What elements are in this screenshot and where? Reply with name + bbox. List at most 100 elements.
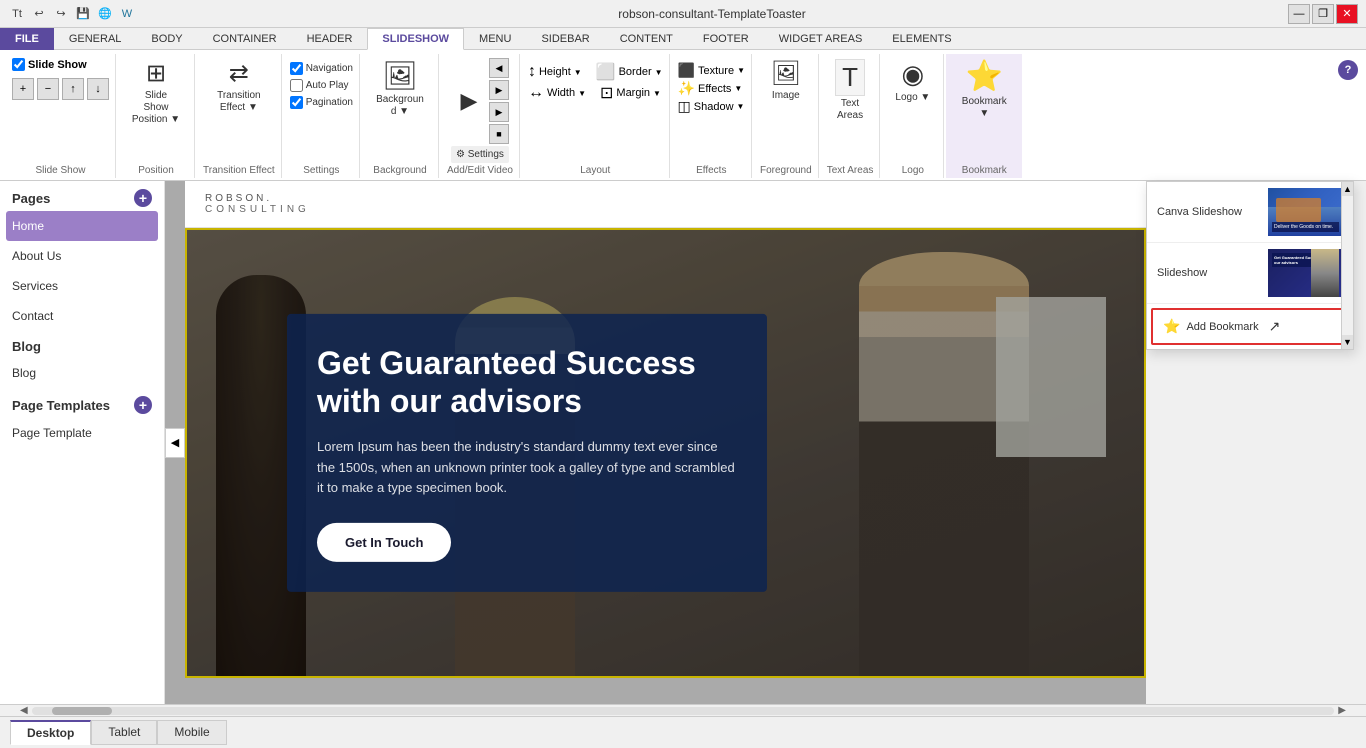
bookmark-canva-label: Canva Slideshow bbox=[1157, 206, 1242, 218]
icon-tt: Tt bbox=[8, 5, 26, 23]
tab-elements[interactable]: ELEMENTS bbox=[877, 28, 966, 50]
position-icon: ⊞ bbox=[146, 59, 166, 88]
slideshow-remove-btn[interactable]: − bbox=[37, 78, 59, 100]
image-button[interactable]: 🖼 Image bbox=[764, 54, 808, 107]
ribbon-group-effects: ⬛ Texture ▼ ✨ Effects ▼ ◫ Shadow ▼ bbox=[672, 54, 752, 178]
bookmark-slideshow-thumb: Get Guaranteed Success with our advisors bbox=[1268, 249, 1343, 297]
tab-header[interactable]: HEADER bbox=[292, 28, 368, 50]
pagination-checkbox-label[interactable]: Pagination bbox=[290, 96, 353, 109]
sidebar-item-about-us[interactable]: About Us bbox=[0, 241, 164, 271]
main-layout: Pages + Home About Us Services Contact B… bbox=[0, 181, 1366, 704]
tab-menu[interactable]: MENU bbox=[464, 28, 526, 50]
tab-mobile[interactable]: Mobile bbox=[157, 720, 226, 745]
text-areas-group-label: Text Areas bbox=[827, 165, 874, 178]
title-bar-left: Tt ↩ ↪ 💾 🌐 W bbox=[8, 5, 136, 23]
scroll-down-btn[interactable]: ▼ bbox=[1342, 335, 1353, 349]
tab-file[interactable]: FILE bbox=[0, 28, 54, 50]
redo-icon[interactable]: ↪ bbox=[52, 5, 70, 23]
hero-cta-button[interactable]: Get In Touch bbox=[317, 523, 451, 562]
video-prev-btn[interactable]: ◀ bbox=[489, 58, 509, 78]
close-button[interactable]: ✕ bbox=[1336, 4, 1358, 24]
video-play-btn[interactable]: ▶ bbox=[489, 80, 509, 100]
tab-body[interactable]: BODY bbox=[136, 28, 197, 50]
position-button[interactable]: ⊞ Slide ShowPosition ▼ bbox=[124, 54, 188, 131]
bookmark-group-label: Bookmark bbox=[962, 165, 1007, 178]
help-icon[interactable]: ? bbox=[1338, 60, 1358, 80]
slideshow-controls: Slide Show + − ↑ ↓ bbox=[12, 54, 109, 163]
ribbon-group-position: ⊞ Slide ShowPosition ▼ Position bbox=[118, 54, 195, 178]
bookmark-button[interactable]: ⭐ Bookmark ▼ bbox=[952, 54, 1016, 125]
ribbon: FILE GENERAL BODY CONTAINER HEADER SLIDE… bbox=[0, 28, 1366, 181]
ribbon-group-layout: ↕ Height ▼ ⬜ Border ▼ ↔ Width ▼ ⊡ bbox=[522, 54, 670, 178]
hero-content: Get Guaranteed Success with our advisors… bbox=[287, 314, 767, 592]
wordpress-icon[interactable]: W bbox=[118, 5, 136, 23]
tab-desktop[interactable]: Desktop bbox=[10, 720, 91, 745]
scroll-track[interactable] bbox=[32, 707, 1335, 715]
tab-widget-areas[interactable]: WIDGET AREAS bbox=[764, 28, 878, 50]
slideshow-down-btn[interactable]: ↓ bbox=[87, 78, 109, 100]
texture-label: Texture bbox=[698, 65, 734, 77]
auto-play-checkbox[interactable] bbox=[290, 79, 303, 92]
image-icon: 🖼 bbox=[771, 59, 801, 88]
transition-button[interactable]: ⇄ TransitionEffect ▼ bbox=[210, 54, 268, 119]
restore-button[interactable]: ❐ bbox=[1312, 4, 1334, 24]
right-panel-container: Canva Slideshow Deliver the Goods on tim… bbox=[1146, 181, 1366, 704]
internet-icon[interactable]: 🌐 bbox=[96, 5, 114, 23]
tab-slideshow[interactable]: SLIDESHOW bbox=[367, 28, 464, 50]
transition-label: TransitionEffect ▼ bbox=[217, 90, 261, 114]
undo-icon[interactable]: ↩ bbox=[30, 5, 48, 23]
settings-btn[interactable]: ⚙ Settings bbox=[451, 146, 509, 163]
tab-tablet[interactable]: Tablet bbox=[91, 720, 157, 745]
effects-label: Effects bbox=[698, 83, 731, 95]
sidebar: Pages + Home About Us Services Contact B… bbox=[0, 181, 165, 704]
scroll-right-btn[interactable]: ▶ bbox=[1334, 705, 1350, 716]
add-template-button[interactable]: + bbox=[134, 396, 152, 414]
logo-button[interactable]: ◉ Logo ▼ bbox=[888, 54, 937, 109]
navigation-checkbox-label[interactable]: Navigation bbox=[290, 62, 353, 75]
add-page-button[interactable]: + bbox=[134, 189, 152, 207]
video-next-btn[interactable]: ▶ bbox=[489, 102, 509, 122]
add-bookmark-button[interactable]: ⭐ Add Bookmark ↗ bbox=[1151, 308, 1349, 345]
scroll-left-btn[interactable]: ◀ bbox=[16, 705, 32, 716]
slideshow-up-btn[interactable]: ↑ bbox=[62, 78, 84, 100]
tab-container[interactable]: CONTAINER bbox=[198, 28, 292, 50]
collapse-panel-button[interactable]: ◀ bbox=[165, 428, 185, 458]
tab-sidebar[interactable]: SIDEBAR bbox=[526, 28, 604, 50]
tab-footer[interactable]: FOOTER bbox=[688, 28, 764, 50]
sidebar-item-blog[interactable]: Blog bbox=[0, 358, 164, 388]
margin-label: Margin bbox=[616, 87, 650, 99]
bookmark-scrollbar: ▲ ▼ bbox=[1341, 182, 1353, 349]
width-icon: ↔ bbox=[528, 84, 544, 102]
pages-label: Pages bbox=[12, 191, 50, 206]
border-icon: ⬜ bbox=[596, 62, 616, 82]
page-templates-label: Page Templates bbox=[12, 398, 110, 413]
slideshow-checkbox-row[interactable]: Slide Show bbox=[12, 58, 109, 71]
scroll-up-btn[interactable]: ▲ bbox=[1342, 182, 1353, 196]
background-button[interactable]: 🖼 Background ▼ bbox=[368, 54, 432, 123]
video-stop-btn[interactable]: ■ bbox=[489, 124, 509, 144]
slideshow-add-btn[interactable]: + bbox=[12, 78, 34, 100]
logo-icon: ◉ bbox=[902, 59, 925, 90]
text-areas-button[interactable]: T TextAreas bbox=[828, 54, 872, 127]
sidebar-item-contact[interactable]: Contact bbox=[0, 301, 164, 331]
background-label: Background ▼ bbox=[375, 94, 425, 118]
add-video-button[interactable]: ▶ bbox=[451, 84, 487, 118]
pagination-checkbox[interactable] bbox=[290, 96, 303, 109]
bookmark-item-canva[interactable]: Canva Slideshow Deliver the Goods on tim… bbox=[1147, 182, 1353, 243]
navigation-checkbox[interactable] bbox=[290, 62, 303, 75]
bookmark-item-slideshow[interactable]: Slideshow Get Guaranteed Success with ou… bbox=[1147, 243, 1353, 304]
window-controls: — ❐ ✕ bbox=[1288, 4, 1358, 24]
save-icon[interactable]: 💾 bbox=[74, 5, 92, 23]
height-icon: ↕ bbox=[528, 63, 536, 81]
slideshow-checkbox[interactable] bbox=[12, 58, 25, 71]
effects-group-label: Effects bbox=[696, 165, 726, 178]
minimize-button[interactable]: — bbox=[1288, 4, 1310, 24]
layout-group-label: Layout bbox=[580, 165, 610, 178]
tab-general[interactable]: GENERAL bbox=[54, 28, 137, 50]
sidebar-item-home[interactable]: Home bbox=[6, 211, 158, 241]
auto-play-checkbox-label[interactable]: Auto Play bbox=[290, 79, 353, 92]
tab-content[interactable]: CONTENT bbox=[605, 28, 688, 50]
background-group-label: Background bbox=[373, 165, 426, 178]
sidebar-item-page-template[interactable]: Page Template bbox=[0, 418, 164, 448]
sidebar-item-services[interactable]: Services bbox=[0, 271, 164, 301]
